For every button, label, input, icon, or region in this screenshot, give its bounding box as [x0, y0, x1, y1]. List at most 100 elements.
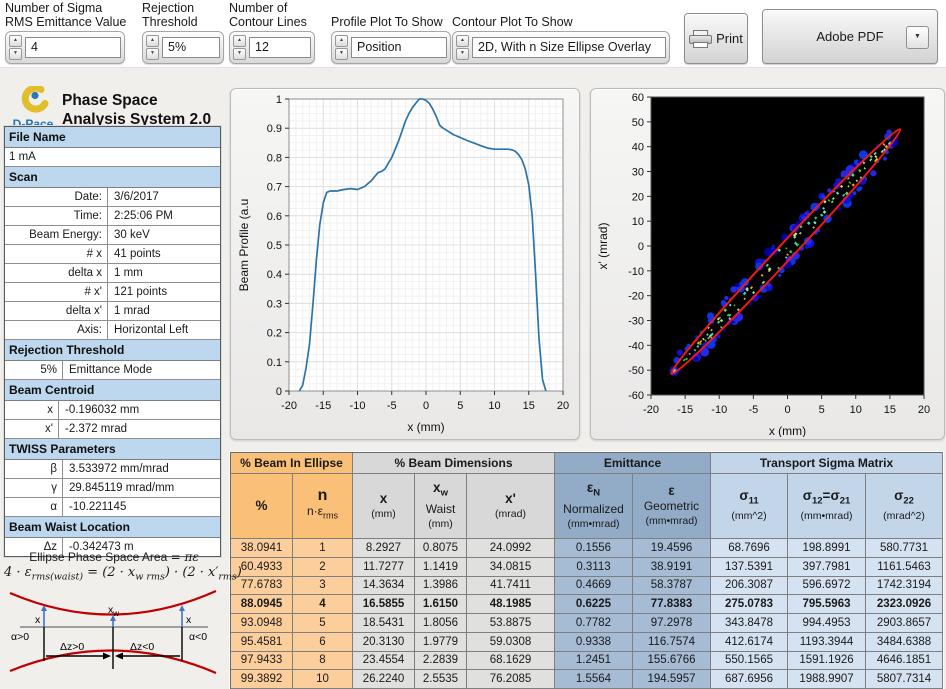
- table-cell: 1591.1926: [788, 651, 866, 671]
- table-cell: 2.5535: [415, 670, 467, 689]
- number-of-sigma-increment-button[interactable]: ▲: [9, 35, 22, 47]
- rejection-threshold-spin-buttons: ▲ ▼: [146, 35, 159, 60]
- table-cell: 397.7981: [788, 557, 866, 577]
- alpha-negative-label: α<0: [189, 631, 207, 643]
- table-cell: 412.6174: [711, 632, 788, 652]
- table-cell: 3: [293, 576, 353, 596]
- table-group-header: % Beam In Ellipse: [231, 453, 353, 474]
- table-cell: 8: [293, 651, 353, 671]
- contour-plot-to-show-spinner: ▲ ▼ 2D, With n Size Ellipse Overlay: [452, 31, 670, 64]
- svg-text:0.6: 0.6: [267, 211, 282, 223]
- contour-plot-to-show-value[interactable]: 2D, With n Size Ellipse Overlay: [472, 37, 666, 58]
- table-cell: 206.3087: [711, 576, 788, 596]
- number-of-contour-lines-decrement-button[interactable]: ▼: [233, 48, 246, 60]
- number-of-sigma-decrement-button[interactable]: ▼: [9, 48, 22, 60]
- number-of-contour-lines-increment-button[interactable]: ▲: [233, 35, 246, 47]
- section-header: Beam Centroid: [5, 380, 220, 401]
- beam-profile-plot-panel: -20 -15 -10 -5 0 5 10 15 20 0 0.1 0.2 0.3 0.4 0.5 0.6 0.…: [230, 88, 580, 440]
- rejection-threshold-increment-button[interactable]: ▲: [146, 35, 159, 47]
- table-cell: 11.7277: [353, 557, 415, 577]
- info-row: # x 41 points: [5, 245, 220, 264]
- section-header: Beam Waist Location: [5, 517, 220, 538]
- table-cell: 0.1556: [555, 539, 633, 558]
- section-header: Rejection Threshold: [5, 340, 220, 361]
- table-cell: 1988.9907: [788, 670, 866, 689]
- profile-plot-to-show-increment-button[interactable]: ▲: [335, 35, 348, 47]
- contour-plot-to-show-decrement-button[interactable]: ▼: [456, 48, 469, 60]
- table-cell: 58.3787: [633, 576, 711, 596]
- info-value: Horizontal Left: [114, 324, 189, 336]
- number-of-sigma-spin-buttons: ▲ ▼: [9, 35, 22, 60]
- info-value: 121 points: [114, 286, 168, 298]
- profile-plot-to-show-value[interactable]: Position: [351, 37, 447, 58]
- contour-plot-to-show-spin-buttons: ▲ ▼: [456, 35, 469, 60]
- info-row: x -0.196032 mm: [5, 401, 220, 420]
- number-of-contour-lines-spin-buttons: ▲ ▼: [233, 35, 246, 60]
- contour-plot-to-show-increment-button[interactable]: ▲: [456, 35, 469, 47]
- rejection-threshold-value[interactable]: 5%: [162, 37, 220, 58]
- svg-text:0: 0: [276, 386, 282, 398]
- print-button[interactable]: Print: [684, 13, 748, 64]
- info-row: 5% Emittance Mode: [5, 361, 220, 380]
- svg-text:-20: -20: [281, 400, 297, 412]
- table-cell: 97.9433: [231, 651, 293, 671]
- info-value: 2:25:06 PM: [114, 210, 173, 222]
- table-cell: 34.0815: [467, 557, 555, 577]
- dz-positive-label: Δz>0: [60, 641, 84, 653]
- info-label: Beam Energy:: [5, 226, 108, 244]
- svg-text:0: 0: [638, 241, 644, 253]
- profile-plot-to-show-decrement-button[interactable]: ▼: [335, 48, 348, 60]
- svg-text:-15: -15: [677, 404, 693, 416]
- info-label: 5%: [5, 361, 63, 379]
- number-of-contour-lines-value[interactable]: 12: [249, 37, 311, 58]
- table-cell: 8.2927: [353, 539, 415, 558]
- number-of-sigma-spinner: ▲ ▼ 4: [5, 31, 125, 64]
- table-cell: 343.8478: [711, 614, 788, 633]
- contour-plot: -20 -15 -10 -5 0 5 10 15 20-60-50-40-30-20-10010…: [596, 92, 930, 437]
- table-cell: 38.9191: [633, 557, 711, 577]
- app-title: Phase Space Analysis System 2.0: [62, 91, 211, 129]
- svg-text:-40: -40: [628, 340, 644, 352]
- table-cell: 198.8991: [788, 539, 866, 558]
- app-title-line1: Phase Space: [62, 92, 158, 109]
- svg-text:0: 0: [423, 400, 429, 412]
- chevron-down-icon[interactable]: ▼: [906, 26, 929, 49]
- table-cell: 1742.3194: [866, 576, 943, 596]
- section-header: File Name: [5, 127, 220, 148]
- table-cell: 0.8075: [415, 539, 467, 558]
- toolbar: Number of Sigma RMS Emittance Value ▲ ▼ 4 Re…: [0, 0, 946, 68]
- table-column-header: ε Geometric (mm•mrad): [633, 474, 711, 539]
- svg-text:-50: -50: [628, 365, 644, 377]
- table-cell: 116.7574: [633, 632, 711, 652]
- table-cell: 1161.5463: [866, 557, 943, 577]
- info-row: α -10.221145: [5, 498, 220, 517]
- contour-plot-to-show-label: Contour Plot To Show: [452, 14, 573, 29]
- table-cell: 1.2451: [555, 651, 633, 671]
- svg-text:0.9: 0.9: [267, 123, 282, 135]
- number-of-sigma-value[interactable]: 4: [25, 37, 121, 58]
- info-label: β: [5, 460, 63, 478]
- diagram-title: Ellipse Phase Space Area = πε: [29, 550, 199, 564]
- section-header: Scan: [5, 167, 220, 188]
- svg-text:x (mm): x (mm): [769, 424, 806, 437]
- table-cell: 3484.6388: [866, 632, 943, 652]
- table-cell: 16.5855: [353, 595, 415, 614]
- info-row: 1 mA: [5, 148, 220, 167]
- table-column-header: σ22 (mrad^2): [866, 474, 943, 539]
- info-panel: File Name 1 mA Scan Date: 3/6/2017 Time: 2:25:…: [4, 126, 221, 557]
- adobe-pdf-label: Adobe PDF: [816, 29, 884, 44]
- svg-text:60: 60: [632, 92, 644, 104]
- svg-text:-15: -15: [315, 400, 331, 412]
- svg-text:0.5: 0.5: [267, 240, 282, 252]
- svg-text:1: 1: [276, 94, 282, 106]
- table-cell: 1: [293, 539, 353, 558]
- adobe-pdf-button[interactable]: Adobe PDF ▼: [762, 9, 938, 64]
- svg-text:5: 5: [457, 400, 463, 412]
- svg-text:5: 5: [819, 404, 825, 416]
- section-header: TWISS Parameters: [5, 439, 220, 460]
- x-left-label: x: [35, 614, 41, 626]
- rejection-threshold-decrement-button[interactable]: ▼: [146, 48, 159, 60]
- svg-text:20: 20: [632, 191, 644, 203]
- table-cell: 1.8056: [415, 614, 467, 633]
- number-of-sigma-label: Number of Sigma RMS Emittance Value: [5, 1, 127, 29]
